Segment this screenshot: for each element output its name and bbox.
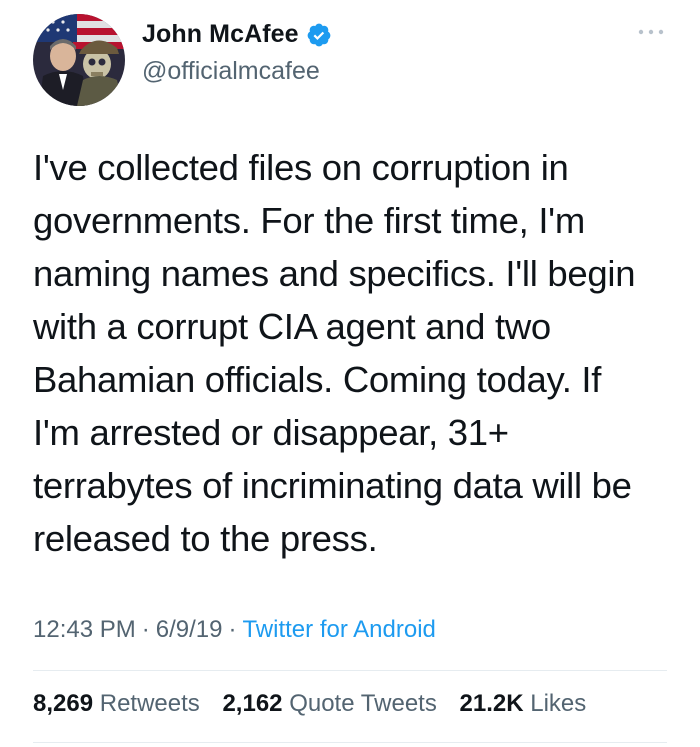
tweet-stats: 8,269 Retweets 2,162 Quote Tweets 21.2K … — [33, 690, 602, 718]
divider — [33, 742, 667, 743]
quote-tweets-count: 2,162 — [222, 690, 283, 717]
tweet-source-link[interactable]: Twitter for Android — [242, 616, 435, 643]
tweet-time[interactable]: 12:43 PM — [33, 616, 136, 643]
verified-badge-icon — [306, 22, 332, 48]
meta-separator: · — [228, 616, 237, 643]
tweet-text-line: terrabytes of incriminating data will be — [33, 465, 632, 506]
author-name-row[interactable]: John McAfee — [142, 20, 332, 49]
tweet-text-line: I'm arrested or disappear, 31+ — [33, 412, 509, 453]
tweet-text-line: Bahamian officials. Coming today. If — [33, 359, 602, 400]
retweets-count: 8,269 — [33, 690, 94, 717]
avatar-image — [33, 14, 125, 106]
avatar[interactable] — [33, 14, 125, 106]
tweet-text-line: naming names and specifics. I'll begin — [33, 253, 636, 294]
likes-label: Likes — [530, 690, 587, 717]
quote-tweets-label: Quote Tweets — [289, 690, 437, 717]
tweet-text-line: I've collected files on corruption in — [33, 147, 569, 188]
likes-stat[interactable]: 21.2K Likes — [460, 690, 587, 717]
likes-count: 21.2K — [459, 690, 524, 717]
meta-separator: · — [141, 616, 150, 643]
tweet-date[interactable]: 6/9/19 — [156, 616, 223, 643]
divider — [33, 670, 667, 671]
more-options-icon[interactable] — [635, 22, 667, 42]
retweets-stat[interactable]: 8,269 Retweets — [33, 690, 206, 717]
tweet-meta: 12:43 PM · 6/9/19 · Twitter for Android — [33, 616, 436, 644]
tweet-text: I've collected files on corruption in go… — [33, 141, 673, 565]
tweet-text-line: with a corrupt CIA agent and two — [33, 306, 551, 347]
tweet-text-line: governments. For the first time, I'm — [33, 200, 585, 241]
quote-tweets-stat[interactable]: 2,162 Quote Tweets — [222, 690, 443, 717]
tweet-text-line: released to the press. — [33, 518, 378, 559]
author-handle[interactable]: @officialmcafee — [142, 57, 320, 86]
author-display-name[interactable]: John McAfee — [142, 20, 299, 49]
retweets-label: Retweets — [99, 690, 200, 717]
